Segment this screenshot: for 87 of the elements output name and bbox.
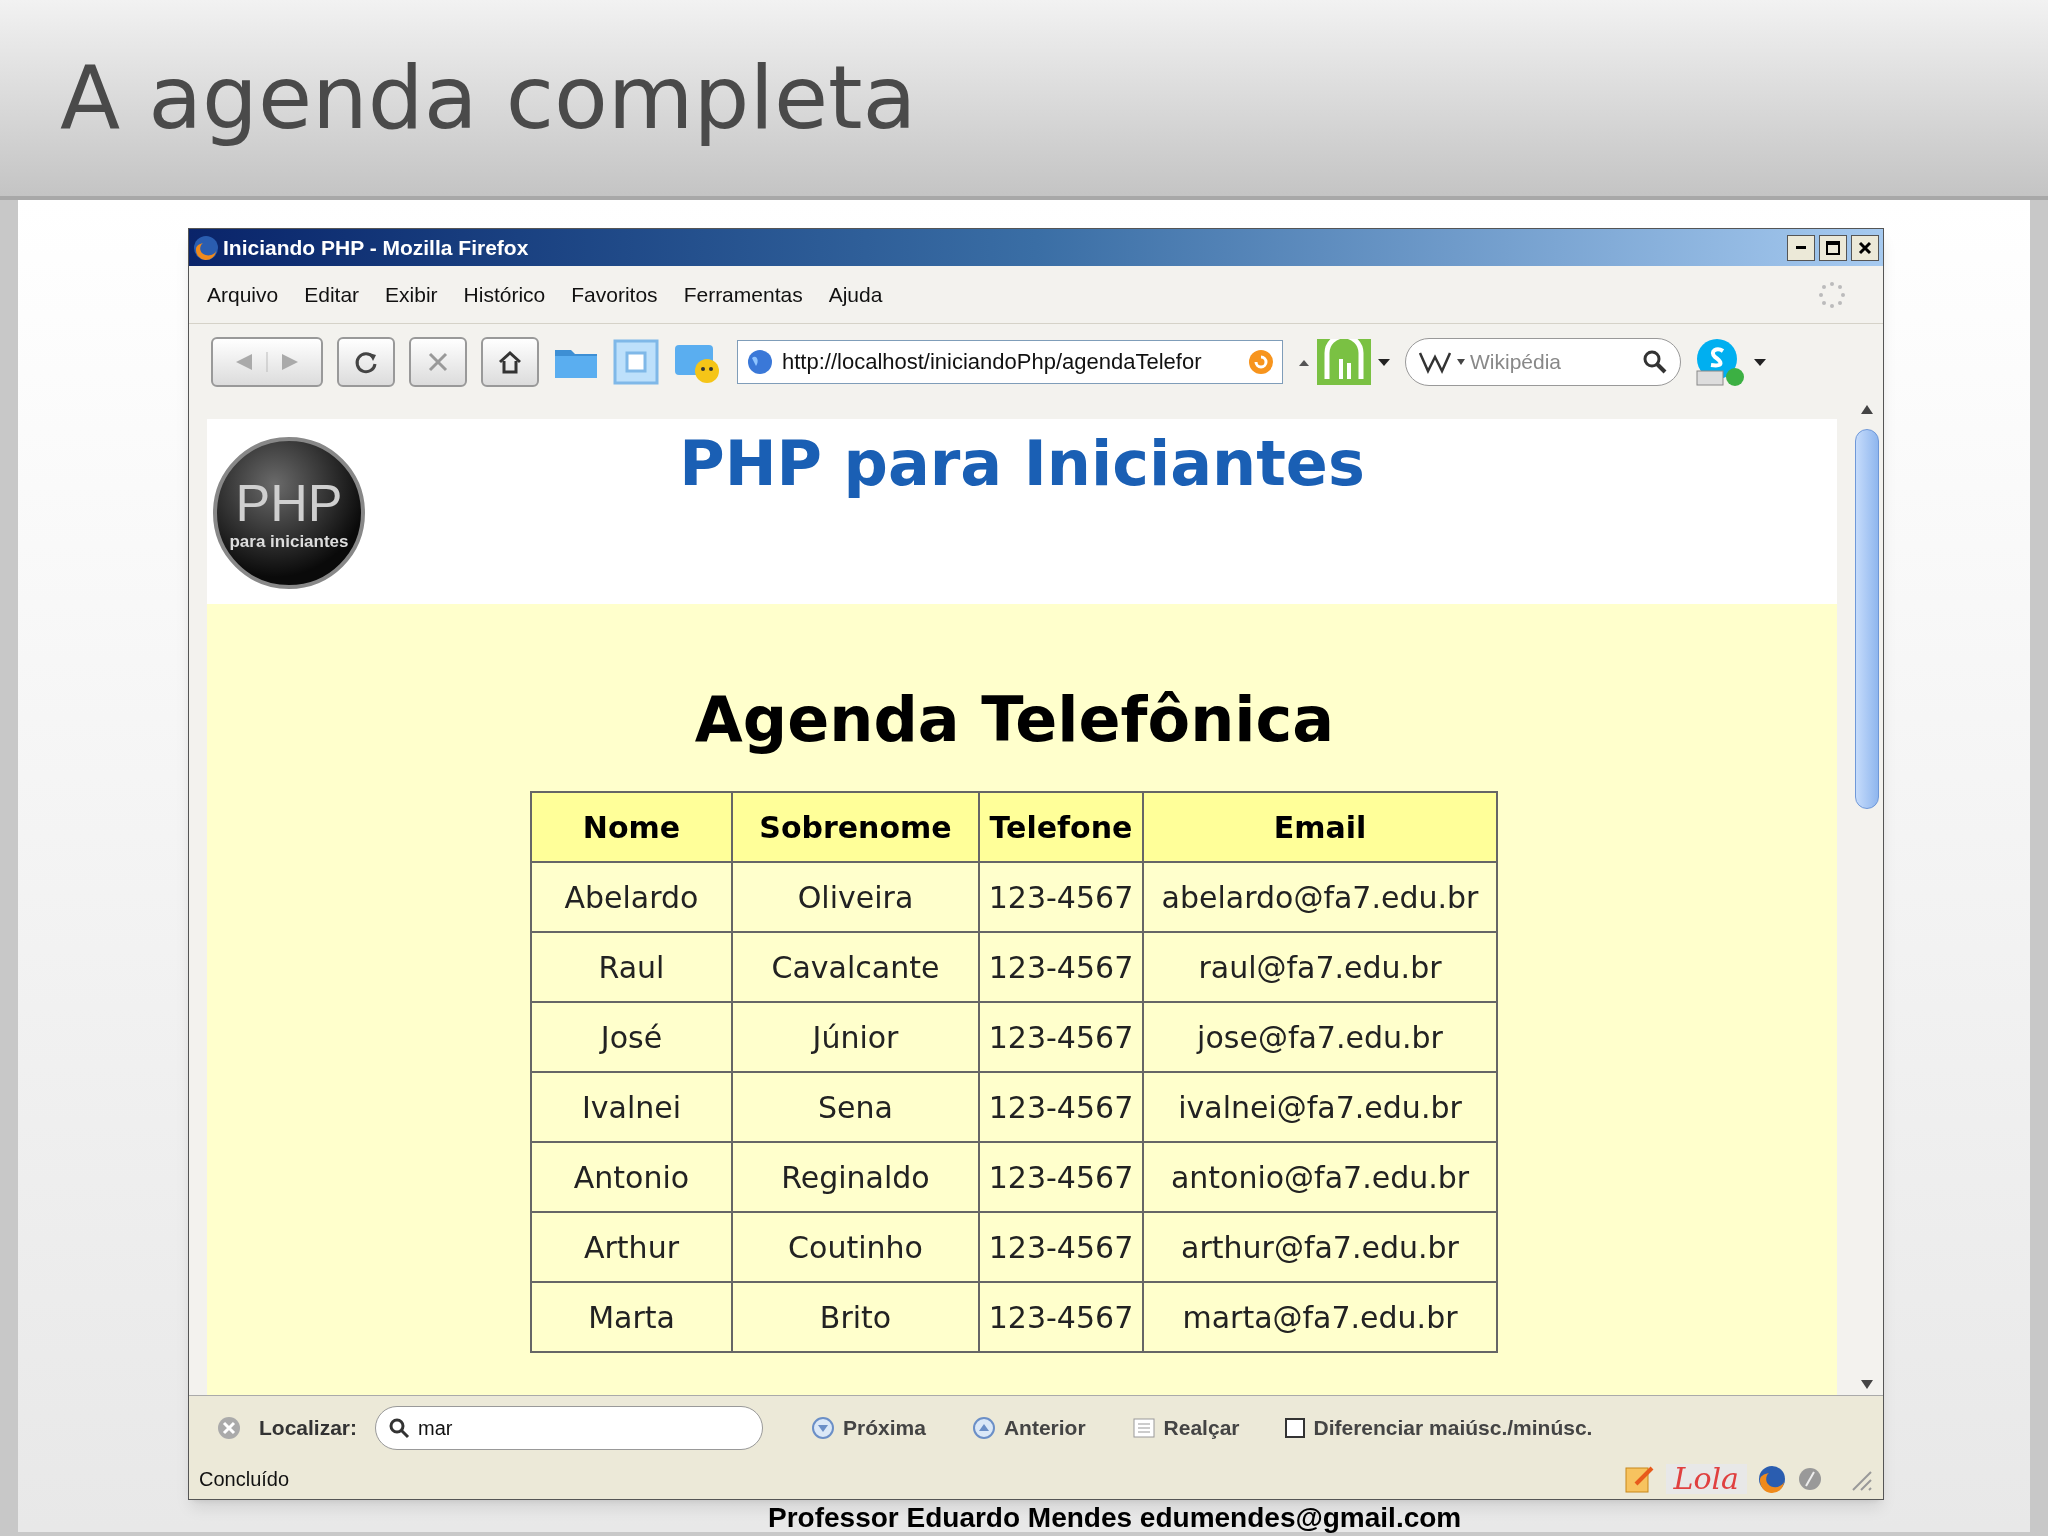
table-cell: José [531,1002,732,1072]
table-cell: marta@fa7.edu.br [1143,1282,1497,1352]
scroll-down-icon [1860,1379,1874,1391]
find-bar-button[interactable]: Realçar [1131,1411,1240,1444]
firefox-icon [193,234,219,261]
dropdown-icon [1456,357,1466,366]
logo-title: PHP [235,476,343,529]
table-cell: Brito [732,1282,979,1352]
find-query: mar [418,1415,454,1441]
table-cell: Raul [531,932,732,1002]
table-cell: ivalnei@fa7.edu.br [1143,1072,1497,1142]
column-header: Nome [531,792,732,862]
status-circle-icon [1797,1466,1823,1492]
table-cell: Júnior [732,1002,979,1072]
column-header: Telefone [979,792,1143,862]
window-frame-icon[interactable] [613,338,659,385]
home-icon [497,348,523,375]
globe-icon [746,347,774,376]
slide-footer: Professor Eduardo Mendes edumendes@gmail.com [768,1504,1462,1532]
table-cell: 123-4567 [979,932,1143,1002]
table-cell: Reginaldo [732,1142,979,1212]
rss-feed-icon [1248,348,1274,375]
dropdown-icon[interactable] [1377,356,1391,367]
table-cell: 123-4567 [979,862,1143,932]
close-icon [1857,239,1873,256]
menu-item[interactable]: Ajuda [828,278,883,311]
window-title: Iniciando PHP - Mozilla Firefox [223,234,529,261]
search-field[interactable]: Wikipédia [1405,337,1681,386]
highlight-lines-icon [1131,1415,1156,1440]
back-forward-button[interactable] [211,336,323,387]
search-placeholder: Wikipédia [1470,348,1563,375]
close-button[interactable] [1851,234,1879,261]
url-text: http://localhost/iniciandoPhp/agendaTelefor [782,348,1203,376]
table-cell: arthur@fa7.edu.br [1143,1212,1497,1282]
reload-button[interactable] [337,336,395,387]
site-heading: PHP para Iniciantes [679,426,1365,502]
table-cell: 123-4567 [979,1142,1143,1212]
column-header: Sobrenome [732,792,979,862]
lola-badge: Lola [1665,1464,1747,1494]
column-header: Email [1143,792,1497,862]
find-bar-button[interactable]: Próxima [811,1411,926,1444]
table-cell: 123-4567 [979,1002,1143,1072]
dropdown-icon[interactable] [1753,356,1767,367]
search-icon [1642,348,1668,375]
status-text: Concluído [199,1467,290,1492]
menu-item[interactable]: Editar [304,278,360,311]
menu-item[interactable]: Exibir [385,278,438,311]
table-cell: Cavalcante [732,932,979,1002]
loading-icon [1817,279,1847,310]
maximize-icon [1825,239,1841,256]
arch-bars-icon[interactable] [1317,338,1371,385]
maximize-button[interactable] [1819,234,1847,261]
table-cell: Marta [531,1282,732,1352]
match-case-checkbox[interactable]: Diferenciar maiúsc./minúsc. [1285,1411,1593,1444]
table-cell: Abelardo [531,862,732,932]
address-field[interactable]: http://localhost/iniciandoPhp/agendaTelefor [737,339,1283,384]
find-bar-button[interactable]: Anterior [971,1411,1086,1444]
menu-item[interactable]: Favoritos [571,278,658,311]
menu-item[interactable]: Ferramentas [683,278,803,311]
notepad-pencil-icon [1623,1464,1656,1494]
menu-item[interactable]: Arquivo [207,278,279,311]
find-field[interactable]: mar [375,1405,764,1450]
table-cell: 123-4567 [979,1282,1143,1352]
table-cell: Arthur [531,1212,732,1282]
stop-button[interactable] [409,336,467,387]
table-cell: Sena [732,1072,979,1142]
scroll-up-icon [1860,403,1874,415]
firefox-icon [1757,1464,1787,1494]
table-cell: Ivalnei [531,1072,732,1142]
home-button[interactable] [481,336,539,387]
menu-item[interactable]: Histórico [463,278,546,311]
table-cell: Coutinho [732,1212,979,1282]
table-cell: Oliveira [732,862,979,932]
minimize-icon [1796,246,1806,249]
skype-status-icon[interactable] [1695,336,1745,387]
table-cell: abelardo@fa7.edu.br [1143,862,1497,932]
table-cell: 123-4567 [979,1212,1143,1282]
table-cell: raul@fa7.edu.br [1143,932,1497,1002]
minimize-button[interactable] [1787,234,1815,261]
table-cell: 123-4567 [979,1072,1143,1142]
search-icon [388,1416,411,1439]
table-cell: antonio@fa7.edu.br [1143,1142,1497,1212]
close-icon[interactable] [217,1415,241,1440]
find-label: Localizar: [259,1414,358,1441]
table-cell: Antonio [531,1142,732,1212]
table-cell: jose@fa7.edu.br [1143,1002,1497,1072]
logo-subtitle: para iniciantes [229,532,349,550]
